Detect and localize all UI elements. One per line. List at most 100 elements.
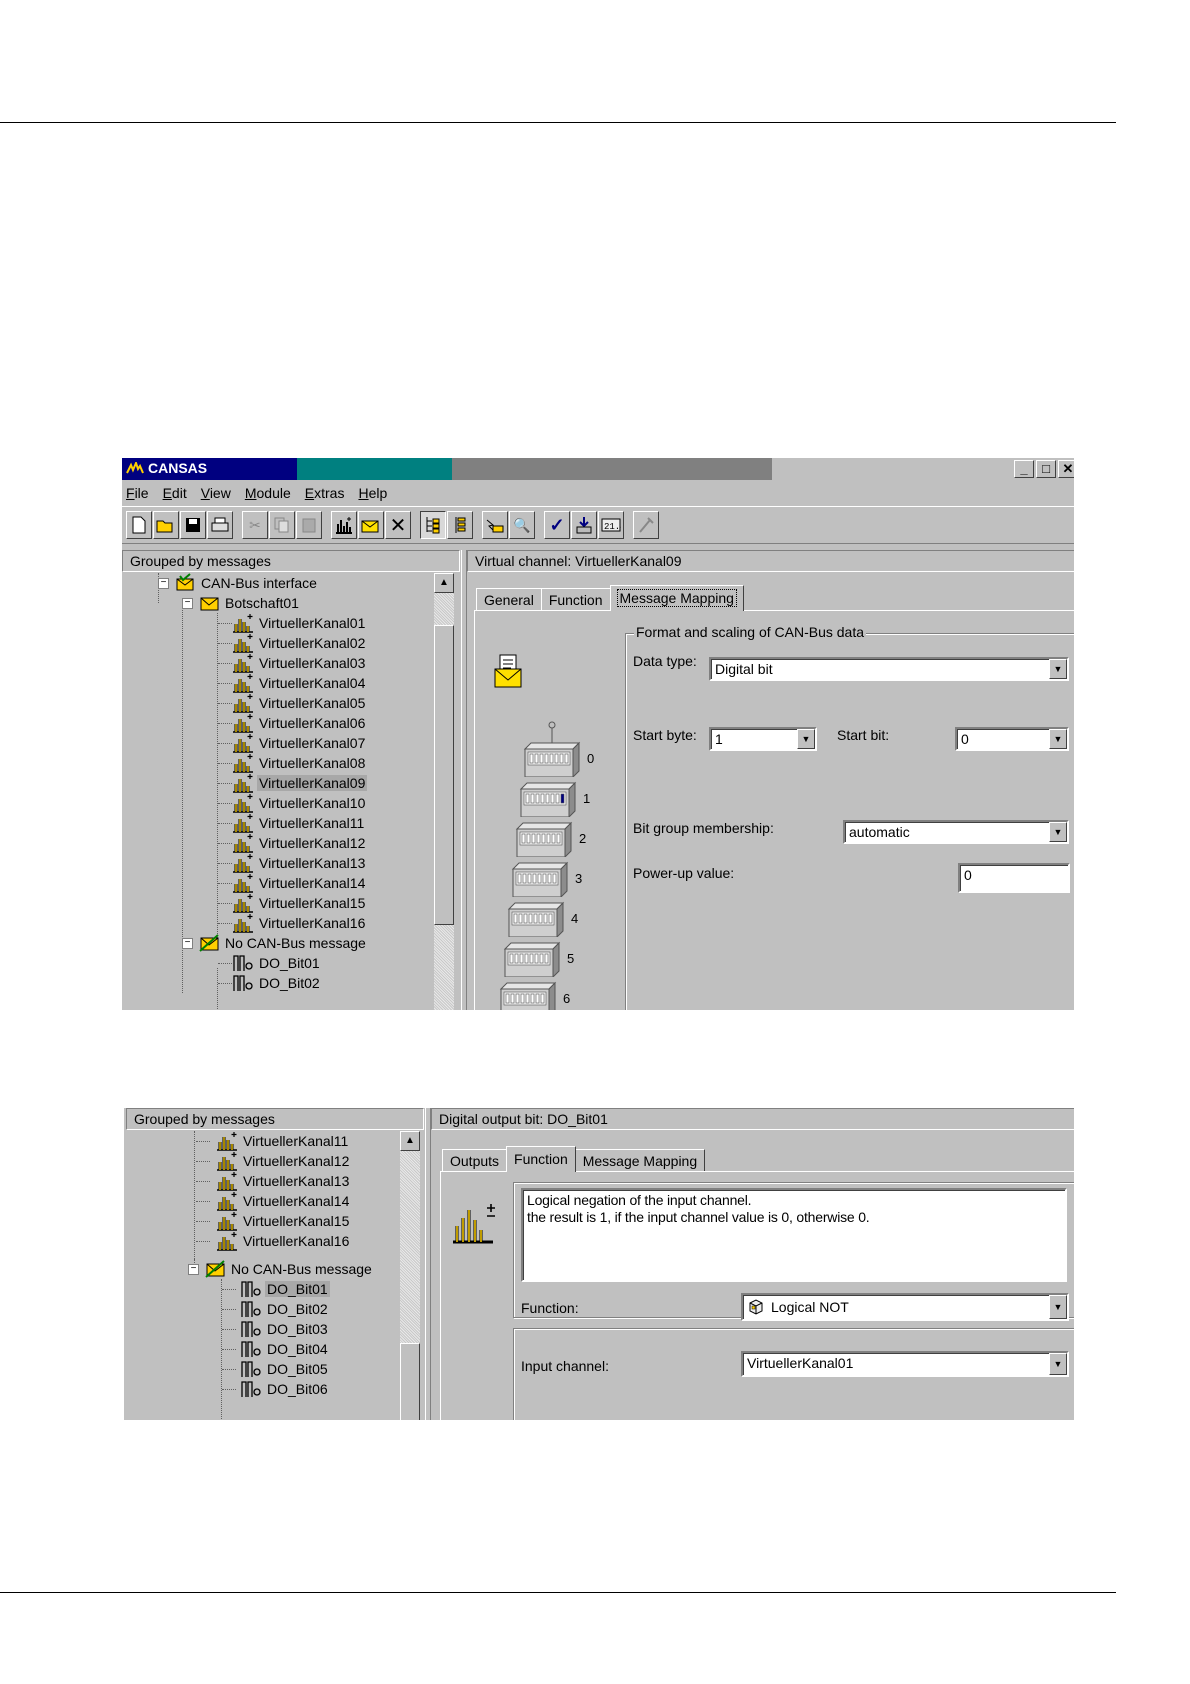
app-title: CANSAS: [126, 460, 207, 476]
pane-splitter[interactable]: [461, 550, 467, 1010]
detail-tabs: Outputs Function Message Mapping: [442, 1146, 706, 1172]
tree-item-channel[interactable]: VirtuellerKanal15: [216, 1211, 351, 1231]
virtual-channel-icon: [233, 894, 253, 913]
collapse-icon[interactable]: −: [182, 597, 193, 609]
tree-item-no-message[interactable]: − No CAN-Bus message: [188, 1259, 374, 1279]
tree-item-channel[interactable]: VirtuellerKanal14: [216, 1191, 351, 1211]
tab-outputs[interactable]: Outputs: [442, 1149, 508, 1172]
download-button[interactable]: [571, 511, 597, 539]
start-byte-select[interactable]: 1 ▼: [709, 727, 817, 751]
connect-button[interactable]: [482, 511, 508, 539]
input-channel-select[interactable]: VirtuellerKanal01 ▼: [741, 1351, 1069, 1377]
tree-item-can-bus-interface[interactable]: − CAN-Bus interface: [158, 573, 319, 593]
tree-item-channel[interactable]: VirtuellerKanal04: [232, 673, 367, 693]
chevron-down-icon[interactable]: ▼: [1049, 659, 1067, 679]
chevron-down-icon[interactable]: ▼: [1049, 1295, 1067, 1319]
chevron-down-icon[interactable]: ▼: [1049, 1353, 1067, 1375]
data-type-select[interactable]: Digital bit ▼: [709, 657, 1069, 681]
chevron-down-icon[interactable]: ▼: [797, 729, 815, 749]
open-button[interactable]: [153, 511, 179, 539]
tree-item-channel[interactable]: VirtuellerKanal13: [216, 1171, 351, 1191]
bit-group-select[interactable]: automatic ▼: [843, 820, 1069, 844]
tree-item-channel[interactable]: VirtuellerKanal07: [232, 733, 367, 753]
menu-extras[interactable]: Extras: [305, 485, 345, 501]
tree-list-button[interactable]: [447, 511, 473, 539]
tree-scrollbar[interactable]: ▲: [434, 573, 454, 1010]
tree-item-channel[interactable]: VirtuellerKanal10: [232, 793, 367, 813]
tree-item-output[interactable]: DO_Bit01: [232, 953, 322, 973]
print-button[interactable]: [207, 511, 233, 539]
tree-item-output[interactable]: DO_Bit01: [240, 1279, 330, 1299]
function-select[interactable]: Logical NOT ▼: [741, 1293, 1069, 1321]
tab-function[interactable]: Function: [540, 588, 611, 611]
tree-item-output[interactable]: DO_Bit04: [240, 1339, 330, 1359]
tree-item-channel[interactable]: VirtuellerKanal05: [232, 693, 367, 713]
collapse-icon[interactable]: −: [182, 937, 193, 949]
tree-item-channel[interactable]: VirtuellerKanal11: [216, 1131, 350, 1151]
check-button[interactable]: ✓: [544, 511, 570, 539]
collapse-icon[interactable]: −: [158, 577, 169, 589]
tree-item-channel[interactable]: VirtuellerKanal13: [232, 853, 367, 873]
menu-file[interactable]: File: [126, 485, 149, 501]
minimize-button[interactable]: _: [1014, 460, 1034, 478]
menu-view[interactable]: View: [201, 485, 231, 501]
scroll-thumb[interactable]: [434, 625, 454, 925]
chevron-down-icon[interactable]: ▼: [1049, 822, 1067, 842]
scroll-thumb[interactable]: [400, 1343, 420, 1420]
tree-item-channel[interactable]: VirtuellerKanal11: [232, 813, 366, 833]
tree-item-channel[interactable]: VirtuellerKanal06: [232, 713, 367, 733]
close-button[interactable]: ✕: [1058, 460, 1074, 478]
pane-splitter[interactable]: [425, 1108, 431, 1420]
page-top-rule: [0, 122, 1116, 123]
scroll-up-button[interactable]: ▲: [434, 573, 454, 593]
new-channel-button[interactable]: [331, 511, 357, 539]
tree-item-channel[interactable]: VirtuellerKanal08: [232, 753, 367, 773]
tree-item-output[interactable]: DO_Bit06: [240, 1379, 330, 1399]
collapse-icon[interactable]: −: [188, 1263, 199, 1275]
tree-item-output[interactable]: DO_Bit03: [240, 1319, 330, 1339]
tab-message-mapping[interactable]: Message Mapping: [609, 585, 744, 611]
tree-item-channel[interactable]: VirtuellerKanal03: [232, 653, 367, 673]
tab-general[interactable]: General: [476, 588, 542, 611]
find-button[interactable]: 🔍: [509, 511, 535, 539]
tree-item-output[interactable]: DO_Bit05: [240, 1359, 330, 1379]
cut-icon: ✂: [249, 516, 261, 533]
paste-button[interactable]: [296, 511, 322, 539]
menu-module[interactable]: Module: [245, 485, 291, 501]
scroll-up-button[interactable]: ▲: [400, 1131, 420, 1151]
tree-item-channel[interactable]: VirtuellerKanal12: [216, 1151, 351, 1171]
tree-item-message[interactable]: − Botschaft01: [182, 593, 301, 613]
tree-item-channel[interactable]: VirtuellerKanal16: [232, 913, 367, 933]
tree-item-channel[interactable]: VirtuellerKanal02: [232, 633, 367, 653]
menu-help[interactable]: Help: [358, 485, 387, 501]
maximize-button[interactable]: □: [1036, 460, 1056, 478]
menu-edit[interactable]: Edit: [163, 485, 187, 501]
tree-messages-button[interactable]: [420, 511, 446, 539]
tree-item-output[interactable]: DO_Bit02: [240, 1299, 330, 1319]
save-button[interactable]: [180, 511, 206, 539]
tool-button[interactable]: [633, 511, 659, 539]
tree-item-channel[interactable]: VirtuellerKanal12: [232, 833, 367, 853]
powerup-label: Power-up value:: [633, 865, 735, 881]
powerup-input[interactable]: 0: [958, 863, 1070, 893]
numeric-display-button[interactable]: 21.8: [598, 511, 624, 539]
chevron-down-icon[interactable]: ▼: [1049, 729, 1067, 749]
start-bit-select[interactable]: 0 ▼: [955, 727, 1069, 751]
tree-item-channel[interactable]: VirtuellerKanal14: [232, 873, 367, 893]
tab-message-mapping[interactable]: Message Mapping: [574, 1149, 706, 1172]
tree-scrollbar[interactable]: ▲: [400, 1131, 420, 1420]
tree-item-channel[interactable]: VirtuellerKanal01: [232, 613, 367, 633]
tab-function[interactable]: Function: [506, 1146, 576, 1172]
copy-button[interactable]: [269, 511, 295, 539]
tree-item-channel[interactable]: VirtuellerKanal16: [216, 1231, 351, 1251]
cut-button[interactable]: ✂: [242, 511, 268, 539]
tree-item-channel[interactable]: VirtuellerKanal15: [232, 893, 367, 913]
function-description[interactable]: Logical negation of the input channel. t…: [521, 1188, 1067, 1282]
tree-item-no-message[interactable]: − No CAN-Bus message: [182, 933, 368, 953]
print-icon: [211, 517, 229, 532]
delete-button[interactable]: ✕: [385, 511, 411, 539]
new-message-button[interactable]: [358, 511, 384, 539]
tree-item-channel[interactable]: VirtuellerKanal09: [232, 773, 368, 793]
new-file-button[interactable]: [126, 511, 152, 539]
tree-item-output[interactable]: DO_Bit02: [232, 973, 322, 993]
